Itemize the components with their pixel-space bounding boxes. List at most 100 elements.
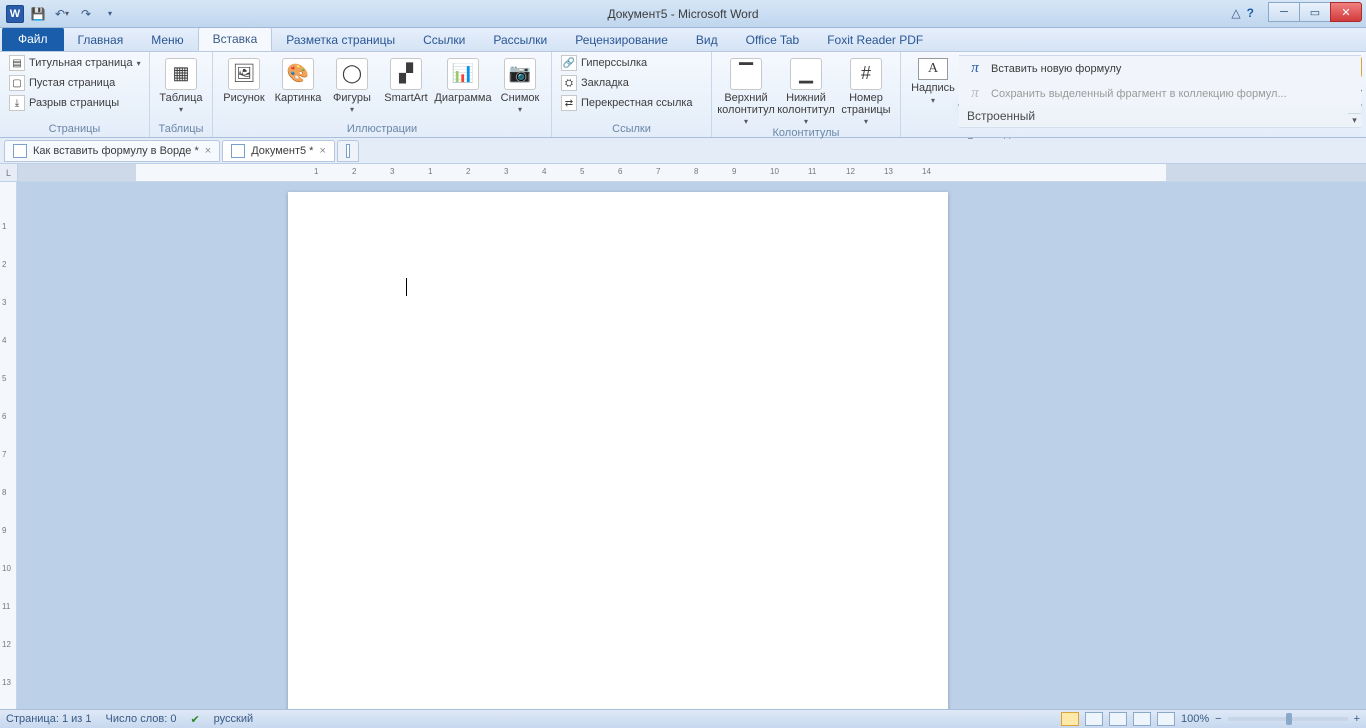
window-controls: ─ ▭ ✕	[1269, 2, 1362, 22]
group-links: 🔗Гиперссылка ⛭Закладка ⇄Перекрестная ссы…	[552, 52, 712, 137]
group-illustrations: 🖼Рисунок 🎨Картинка ◯Фигуры▾ ▞SmartArt 📊Д…	[213, 52, 552, 137]
ribbon-minimize-icon[interactable]: △	[1231, 6, 1240, 20]
save-equation-to-gallery: πСохранить выделенный фрагмент в коллекц…	[959, 81, 1361, 106]
view-print-layout[interactable]	[1061, 712, 1079, 726]
group-label-tables: Таблицы	[156, 123, 206, 137]
footer-icon: ▁	[790, 58, 822, 90]
page[interactable]	[288, 192, 948, 709]
bookmark-button[interactable]: ⛭Закладка	[558, 74, 696, 92]
title-bar: W 💾 ↶▾ ↷ ▾ Документ5 - Microsoft Word △ …	[0, 0, 1366, 28]
workspace: L 123 456 789 101112 13 123 123 456 789 …	[0, 164, 1366, 709]
tab-insert[interactable]: Вставка	[198, 27, 273, 51]
help-icon[interactable]: ?	[1247, 6, 1254, 20]
tab-office[interactable]: Office Tab	[732, 29, 814, 51]
zoom-in-button[interactable]: +	[1354, 713, 1360, 725]
status-language[interactable]: русский	[214, 713, 253, 725]
close-button[interactable]: ✕	[1330, 2, 1362, 22]
header-icon: ▔	[730, 58, 762, 90]
shapes-icon: ◯	[336, 58, 368, 90]
zoom-out-button[interactable]: −	[1215, 713, 1221, 725]
pi-icon: π	[967, 60, 983, 77]
qat-customize-icon[interactable]: ▾	[100, 4, 120, 24]
qat-undo-icon[interactable]: ↶▾	[52, 4, 72, 24]
close-tab-icon[interactable]: ×	[205, 145, 211, 157]
clipart-icon: 🎨	[282, 58, 314, 90]
cover-page-icon: ▤	[9, 55, 25, 71]
hyperlink-button[interactable]: 🔗Гиперссылка	[558, 54, 696, 72]
ribbon-help-area: △ ?	[1231, 6, 1254, 20]
eq-label-binom: Бином Ньютона	[967, 137, 1339, 139]
document-area: 123 123 456 789 101112 1314	[18, 164, 1366, 709]
textbox-button[interactable]: A Надпись▾	[907, 54, 959, 105]
group-header-footer: ▔Верхний колонтитул▾ ▁Нижний колонтитул▾…	[712, 52, 901, 137]
smartart-button[interactable]: ▞SmartArt	[381, 54, 431, 104]
cover-page-button[interactable]: ▤Титульная страница▾	[6, 54, 144, 72]
qat-save-icon[interactable]: 💾	[28, 4, 48, 24]
picture-button[interactable]: 🖼Рисунок	[219, 54, 269, 104]
smartart-icon: ▞	[390, 58, 422, 90]
clipart-button[interactable]: 🎨Картинка	[273, 54, 323, 104]
doc-tab-2[interactable]: Документ5 *×	[222, 140, 335, 162]
status-proofing-icon[interactable]: ✔	[190, 713, 199, 726]
tab-menu[interactable]: Меню	[137, 29, 197, 51]
group-pages: ▤Титульная страница▾ ▢Пустая страница ⤓Р…	[0, 52, 150, 137]
tab-view[interactable]: Вид	[682, 29, 732, 51]
equation-gallery-header: Встроенный	[959, 105, 1361, 128]
qat-redo-icon[interactable]: ↷	[76, 4, 96, 24]
scroll-down-icon[interactable]: ▾	[1348, 113, 1361, 127]
doc-icon	[346, 144, 350, 158]
maximize-button[interactable]: ▭	[1299, 2, 1331, 22]
horizontal-ruler[interactable]: 123 123 456 789 101112 1314	[18, 164, 1366, 182]
status-page[interactable]: Страница: 1 из 1	[6, 713, 92, 725]
crossref-icon: ⇄	[561, 95, 577, 111]
view-web-layout[interactable]	[1109, 712, 1127, 726]
doc-tab-1[interactable]: Как вставить формулу в Ворде *×	[4, 140, 220, 162]
tab-foxit[interactable]: Foxit Reader PDF	[813, 29, 937, 51]
close-tab-icon[interactable]: ×	[319, 145, 325, 157]
crossref-button[interactable]: ⇄Перекрестная ссылка	[558, 94, 696, 112]
equation-gallery: Встроенный Бином Ньютона (x + a)n = n∑k=…	[958, 104, 1362, 106]
zoom-slider[interactable]	[1228, 717, 1348, 721]
text-cursor	[406, 278, 407, 296]
bookmark-icon: ⛭	[561, 75, 577, 91]
screenshot-button[interactable]: 📷Снимок▾	[495, 54, 545, 115]
equation-gallery-footer: πВставить новую формулу πСохранить выдел…	[959, 55, 1361, 105]
picture-icon: 🖼	[228, 58, 260, 90]
tab-review[interactable]: Рецензирование	[561, 29, 682, 51]
header-button[interactable]: ▔Верхний колонтитул▾	[718, 54, 774, 127]
status-bar: Страница: 1 из 1 Число слов: 0 ✔ русский…	[0, 709, 1366, 728]
view-outline[interactable]	[1133, 712, 1151, 726]
view-draft[interactable]	[1157, 712, 1175, 726]
table-button[interactable]: ▦ Таблица▾	[156, 54, 206, 115]
group-tables: ▦ Таблица▾ Таблицы	[150, 52, 213, 137]
screenshot-icon: 📷	[504, 58, 536, 90]
tab-references[interactable]: Ссылки	[409, 29, 479, 51]
equation-gallery-list: Бином Ньютона (x + a)n = n∑k=0 (nk) xkan…	[959, 127, 1347, 139]
tab-page-layout[interactable]: Разметка страницы	[272, 29, 409, 51]
group-label-illustrations: Иллюстрации	[219, 123, 545, 137]
document-tabs: Как вставить формулу в Ворде *× Документ…	[0, 138, 1366, 164]
blank-page-button[interactable]: ▢Пустая страница	[6, 74, 144, 92]
group-label-header-footer: Колонтитулы	[718, 127, 894, 141]
minimize-button[interactable]: ─	[1268, 2, 1300, 22]
chart-button[interactable]: 📊Диаграмма	[435, 54, 491, 104]
shapes-button[interactable]: ◯Фигуры▾	[327, 54, 377, 115]
view-full-screen[interactable]	[1085, 712, 1103, 726]
vertical-ruler[interactable]: 123 456 789 101112 13	[0, 182, 17, 709]
document-canvas[interactable]	[18, 182, 1366, 709]
tab-mailings[interactable]: Рассылки	[479, 29, 561, 51]
new-doc-tab[interactable]	[337, 140, 359, 162]
page-break-button[interactable]: ⤓Разрыв страницы	[6, 94, 144, 112]
tab-file[interactable]: Файл	[2, 27, 64, 51]
page-number-button[interactable]: #Номер страницы▾	[838, 54, 894, 127]
group-label-pages: Страницы	[6, 123, 143, 137]
word-app-icon[interactable]: W	[6, 5, 24, 23]
insert-new-equation[interactable]: πВставить новую формулу	[959, 56, 1361, 81]
tab-home[interactable]: Главная	[64, 29, 138, 51]
tab-selector[interactable]: L	[0, 164, 17, 182]
status-words[interactable]: Число слов: 0	[106, 713, 177, 725]
zoom-level[interactable]: 100%	[1181, 713, 1209, 725]
footer-button[interactable]: ▁Нижний колонтитул▾	[778, 54, 834, 127]
window-title: Документ5 - Microsoft Word	[0, 7, 1366, 21]
doc-icon	[231, 144, 245, 158]
